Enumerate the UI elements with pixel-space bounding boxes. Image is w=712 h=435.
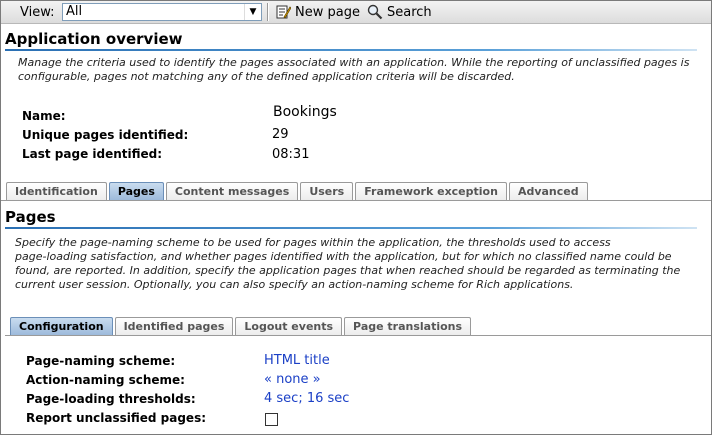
name-value: Bookings [273, 104, 337, 120]
unique-pages-value: 29 [272, 127, 289, 142]
pages-title: Pages [5, 208, 56, 226]
last-page-value: 08:31 [272, 147, 310, 162]
page-naming-link[interactable]: HTML title [264, 353, 330, 368]
new-page-label: New page [295, 4, 360, 20]
pages-description-line-1: Specify the page-naming scheme to be use… [15, 236, 611, 249]
pages-description: Specify the page-naming scheme to be use… [15, 236, 680, 292]
tab-logout-events[interactable]: Logout events [235, 317, 343, 335]
search-button[interactable]: Search [367, 4, 432, 20]
pages-description-line-4: current user session. Optionally, you ca… [15, 278, 574, 291]
view-label: View: [20, 5, 55, 20]
tab-users[interactable]: Users [300, 182, 354, 200]
tab-advanced[interactable]: Advanced [508, 182, 588, 200]
view-select-value: All [66, 4, 83, 19]
sub-tab-divider [5, 335, 711, 336]
last-page-label: Last page identified: [22, 147, 163, 161]
new-page-button[interactable]: New page [275, 4, 360, 20]
pages-rule [5, 227, 697, 229]
action-naming-link[interactable]: « none » [264, 372, 321, 387]
thresholds-label: Page-loading thresholds: [26, 392, 196, 406]
toolbar: View: All ▼ New page Search [1, 1, 711, 24]
view-select[interactable]: All ▼ [62, 3, 262, 21]
tab-identified-pages[interactable]: Identified pages [114, 317, 234, 335]
app-overview-description-line-1: Manage the criteria used to identify the… [18, 56, 690, 69]
app-overview-title: Application overview [5, 30, 183, 48]
search-label: Search [387, 4, 432, 20]
app-overview-description-line-2: configurable, pages not matching any of … [18, 70, 515, 83]
report-unclassified-label: Report unclassified pages: [26, 411, 207, 425]
application-window: View: All ▼ New page Search Application … [0, 0, 712, 435]
tab-framework-exception[interactable]: Framework exception [355, 182, 507, 200]
main-tab-bar: Identification Pages Content messages Us… [6, 182, 590, 200]
tab-configuration[interactable]: Configuration [10, 317, 113, 335]
new-page-icon [275, 4, 292, 20]
main-tab-divider [1, 200, 711, 201]
pages-description-line-3: found, are reported. In addition, specif… [15, 264, 681, 277]
app-overview-rule [5, 49, 697, 51]
tab-identification[interactable]: Identification [6, 182, 107, 200]
page-naming-label: Page-naming scheme: [26, 354, 176, 368]
pages-description-line-2: page-loading satisfaction, and whether p… [15, 250, 672, 263]
app-overview-description: Manage the criteria used to identify the… [18, 56, 689, 84]
report-unclassified-checkbox[interactable] [265, 413, 278, 426]
tab-pages[interactable]: Pages [108, 182, 164, 200]
toolbar-divider [267, 3, 269, 21]
thresholds-link[interactable]: 4 sec; 16 sec [264, 391, 349, 406]
sub-tab-bar: Configuration Identified pages Logout ev… [10, 317, 473, 335]
unique-pages-label: Unique pages identified: [22, 128, 189, 142]
search-icon [367, 4, 383, 20]
name-label: Name: [22, 109, 66, 123]
chevron-down-icon[interactable]: ▼ [244, 4, 261, 20]
action-naming-label: Action-naming scheme: [26, 373, 185, 387]
tab-content-messages[interactable]: Content messages [165, 182, 299, 200]
tab-page-translations[interactable]: Page translations [344, 317, 472, 335]
